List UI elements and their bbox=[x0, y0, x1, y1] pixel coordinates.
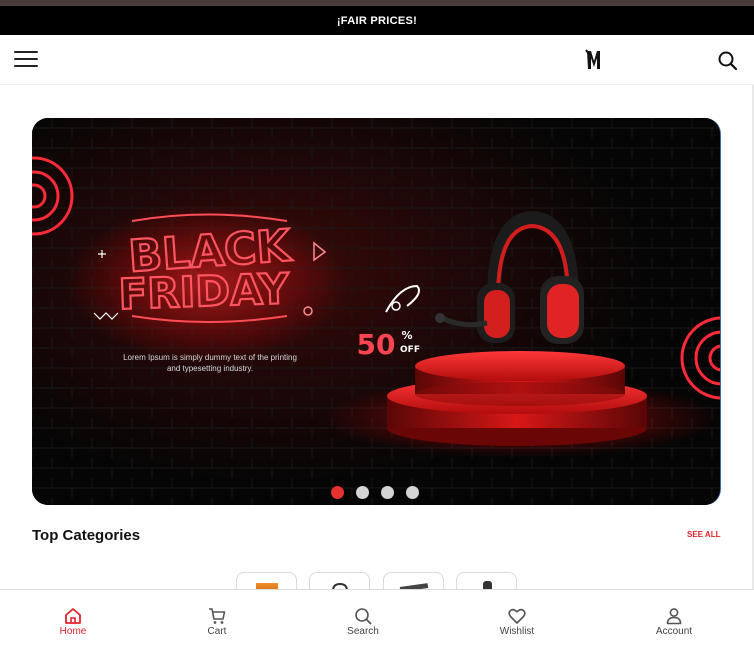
nav-item-account[interactable]: Account bbox=[634, 590, 714, 647]
carousel-dot-2[interactable] bbox=[356, 486, 369, 499]
user-icon bbox=[666, 608, 682, 625]
nav-label: Home bbox=[59, 626, 87, 637]
hamburger-menu-icon[interactable] bbox=[14, 51, 38, 71]
nav-label: Account bbox=[655, 626, 693, 637]
search-icon bbox=[355, 608, 372, 625]
announcement-text: ¡FAIR PRICES! bbox=[336, 14, 418, 27]
see-all-link[interactable]: SEE ALL bbox=[687, 530, 720, 539]
hero-banner[interactable]: BLACK FRIDAY 50 % OFF Lorem Ipsum is sim… bbox=[32, 118, 721, 505]
nav-item-wishlist[interactable]: Wishlist bbox=[477, 590, 557, 647]
nav-item-home[interactable]: Home bbox=[33, 590, 113, 647]
heart-icon bbox=[508, 608, 526, 624]
nav-label: Search bbox=[347, 626, 379, 637]
discount-number: 50 bbox=[357, 328, 396, 361]
carousel-dots bbox=[331, 486, 419, 499]
carousel-dot-1[interactable] bbox=[331, 486, 344, 499]
section-title-top-categories: Top Categories bbox=[32, 527, 141, 544]
banner-description: Lorem Ipsum is simply dummy text of the … bbox=[123, 353, 297, 373]
nav-label: Wishlist bbox=[499, 626, 535, 637]
carousel-dot-3[interactable] bbox=[381, 486, 394, 499]
discount-percent: % bbox=[401, 329, 412, 342]
nav-label: Cart bbox=[207, 626, 227, 637]
bottom-navigation: Home Cart Search Wishlist Account bbox=[0, 589, 754, 647]
header bbox=[0, 35, 754, 85]
nav-item-cart[interactable]: Cart bbox=[177, 590, 257, 647]
banner-headline-2: FRIDAY bbox=[118, 264, 291, 319]
nav-item-search[interactable]: Search bbox=[323, 590, 403, 647]
brand-logo-icon[interactable] bbox=[583, 48, 605, 72]
cart-icon bbox=[209, 608, 226, 624]
home-icon bbox=[65, 608, 81, 624]
announcement-bar: ¡FAIR PRICES! bbox=[0, 6, 754, 35]
carousel-dot-4[interactable] bbox=[406, 486, 419, 499]
search-icon[interactable] bbox=[717, 50, 739, 72]
discount-off: OFF bbox=[400, 345, 420, 355]
